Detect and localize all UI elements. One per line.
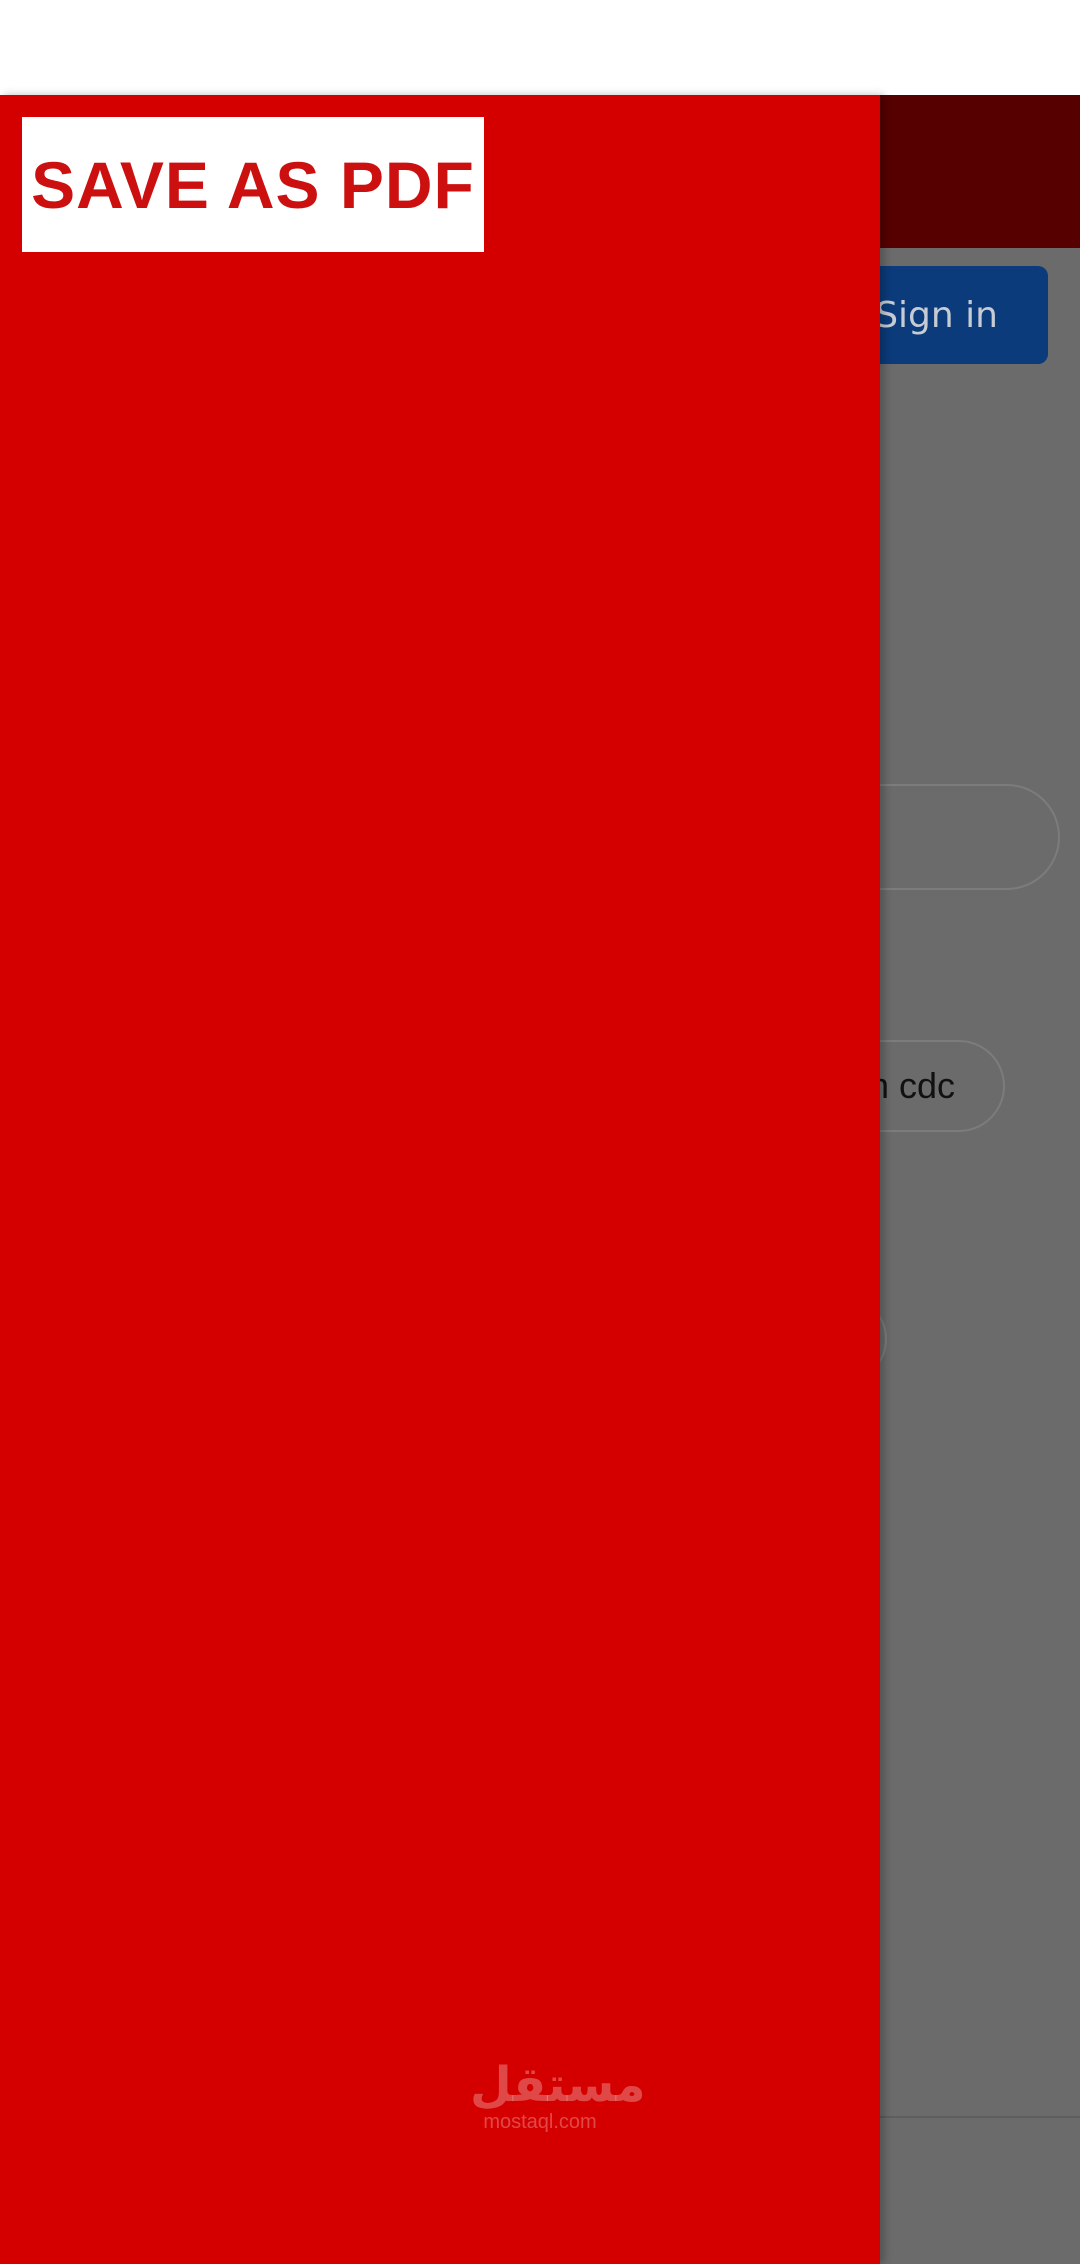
watermark-url: mostaql.com	[483, 2111, 597, 2133]
suggestion-chip-label: n cdc	[868, 1065, 955, 1106]
mostaql-watermark: مستقل mostaql.com	[470, 2057, 646, 2134]
navigation-drawer: SAVE AS PDF	[0, 95, 880, 2264]
watermark-logo: مستقل	[470, 2057, 646, 2113]
status-bar	[0, 0, 1080, 95]
save-as-pdf-button[interactable]: SAVE AS PDF	[22, 117, 484, 252]
